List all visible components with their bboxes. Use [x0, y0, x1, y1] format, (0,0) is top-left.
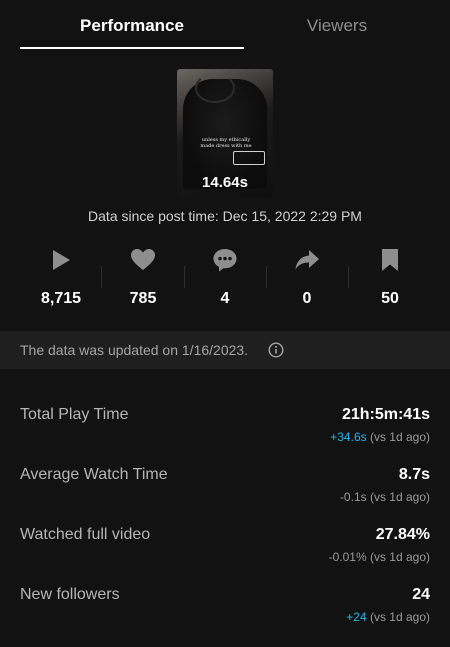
active-tab-indicator: [20, 47, 244, 49]
metric-comparison: +34.6s (vs 1d ago): [330, 430, 430, 444]
metric-label: Average Watch Time: [20, 466, 168, 483]
metric-value: 8.7s: [398, 466, 430, 483]
metric-value: 24: [412, 586, 430, 603]
share-icon: [265, 246, 349, 274]
metric-comparison: -0.1s (vs 1d ago): [340, 490, 430, 504]
metric-compare-period: (vs 1d ago): [366, 550, 430, 564]
metric-compare-period: (vs 1d ago): [366, 430, 430, 444]
metric-watched-full-video: Watched full video 27.84% -0.01% (vs 1d …: [0, 526, 450, 582]
stat-value: 0: [302, 290, 312, 307]
metric-delta: -0.01%: [328, 550, 367, 564]
thumbnail-tag: [233, 151, 265, 165]
tab-bar: Performance Viewers: [0, 0, 450, 52]
stat-saves: 50: [348, 246, 432, 308]
stat-value: 8,715: [40, 290, 82, 307]
play-icon: [19, 246, 103, 274]
bookmark-icon: [348, 246, 432, 274]
comment-icon: [183, 246, 267, 274]
metric-delta: -0.1s: [339, 490, 367, 504]
metric-compare-period: (vs 1d ago): [366, 490, 430, 504]
metric-value: 27.84%: [375, 526, 430, 543]
stat-plays: 8,715: [19, 246, 103, 308]
info-icon[interactable]: [268, 342, 284, 363]
video-duration: 14.64s: [202, 174, 248, 191]
metric-label: New followers: [20, 586, 120, 603]
stat-comments: 4: [183, 246, 267, 308]
metric-compare-period: (vs 1d ago): [366, 610, 430, 624]
metric-label: Total Play Time: [20, 406, 129, 423]
data-updated-banner: The data was updated on 1/16/2023.: [0, 331, 450, 369]
data-updated-text: The data was updated on 1/16/2023.: [20, 342, 249, 358]
metric-label: Watched full video: [20, 526, 151, 543]
metric-new-followers: New followers 24 +24 (vs 1d ago): [0, 586, 450, 642]
stat-value: 4: [220, 290, 230, 307]
stat-likes: 785: [101, 246, 185, 308]
stat-value: 785: [129, 290, 157, 307]
tab-performance[interactable]: Performance: [20, 16, 244, 36]
engagement-stats: 8,715 785 4 0 50: [0, 246, 450, 316]
stat-value: 50: [381, 290, 399, 307]
metric-delta: +24: [346, 610, 367, 624]
thumbnail-collar: [195, 73, 235, 103]
heart-icon: [101, 246, 185, 274]
video-thumbnail[interactable]: unless my ethically made dress with me 1…: [177, 69, 273, 197]
metric-delta: +34.6s: [330, 430, 367, 444]
data-since-text: Data since post time: Dec 15, 2022 2:29 …: [88, 208, 362, 224]
metric-average-watch-time: Average Watch Time 8.7s -0.1s (vs 1d ago…: [0, 466, 450, 522]
metric-total-play-time: Total Play Time 21h:5m:41s +34.6s (vs 1d…: [0, 406, 450, 462]
metric-value: 21h:5m:41s: [341, 406, 430, 423]
stat-shares: 0: [265, 246, 349, 308]
metric-comparison: +24 (vs 1d ago): [346, 610, 430, 624]
tab-viewers[interactable]: Viewers: [244, 16, 430, 36]
metric-comparison: -0.01% (vs 1d ago): [329, 550, 430, 564]
thumbnail-caption: unless my ethically made dress with me: [200, 137, 252, 149]
